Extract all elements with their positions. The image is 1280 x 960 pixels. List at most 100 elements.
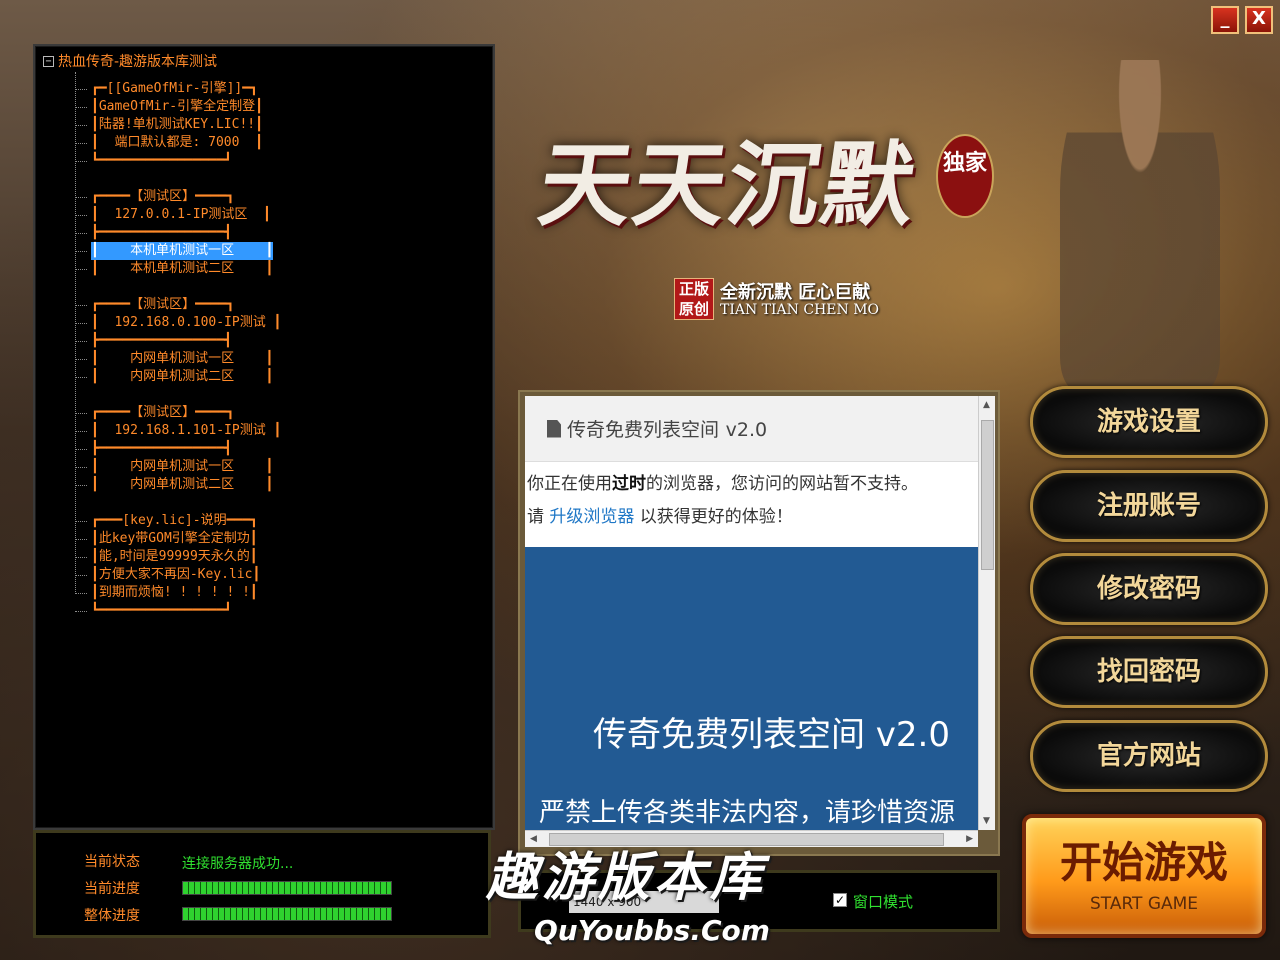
- server-tree-item[interactable]: ┃能,时间是99999天永久的┃: [75, 548, 495, 566]
- tree-connector: [75, 430, 87, 432]
- server-tree-item-label: ┣━━━━━━━━━━━━━━━━┫: [91, 441, 232, 456]
- server-tree-item[interactable]: ┃ 内网单机测试二区 ┃: [75, 368, 495, 386]
- server-tree-item[interactable]: ┃此key带GOM引擎全定制功┃: [75, 530, 495, 548]
- collapse-icon[interactable]: −: [43, 55, 54, 67]
- recover-password-button[interactable]: 找回密码: [1030, 636, 1268, 708]
- server-tree-item-label: ┃ 本机单机测试二区 ┃: [91, 261, 274, 276]
- scroll-right-icon[interactable]: ▶: [966, 834, 973, 844]
- server-tree-item[interactable]: ┃陆器!单机测试KEY.LIC!!┃: [75, 116, 495, 134]
- server-tree-item[interactable]: ┏━━━━【测试区】━━━━┓: [75, 404, 495, 422]
- server-tree-item[interactable]: ┏━━━━【测试区】━━━━┓: [75, 188, 495, 206]
- scroll-up-icon[interactable]: ▲: [983, 400, 990, 410]
- tree-connector: [75, 358, 87, 360]
- document-icon: [547, 419, 561, 438]
- server-tree-item-label: ┃ 内网单机测试二区 ┃: [91, 369, 274, 384]
- server-tree-item[interactable]: ┃方便大家不再因-Key.lic┃: [75, 566, 495, 584]
- server-tree-item[interactable]: ┣━━━━━━━━━━━━━━━━┫: [75, 440, 495, 458]
- hero-title: 传奇免费列表空间 v2.0: [593, 715, 950, 755]
- browser-page-header: 传奇免费列表空间 v2.0: [525, 396, 978, 462]
- server-tree-item[interactable]: ┃ 内网单机测试一区 ┃: [75, 350, 495, 368]
- vertical-scrollbar[interactable]: ▲ ▼: [978, 396, 995, 830]
- server-tree-item-label: ┏━━━━【测试区】━━━━┓: [91, 189, 235, 204]
- server-tree-item[interactable]: ┏━━━━【测试区】━━━━┓: [75, 296, 495, 314]
- tree-root[interactable]: − 热血传奇-趣游版本库测试: [43, 52, 217, 70]
- server-tree-item-label: ┏━━━━【测试区】━━━━┓: [91, 405, 235, 420]
- window-mode-label[interactable]: 窗口模式: [853, 891, 913, 912]
- close-button[interactable]: X: [1245, 6, 1273, 34]
- tree-connector: [75, 592, 87, 594]
- tree-connector: [75, 610, 87, 612]
- server-tree-item[interactable]: ┏━━━[key.lic]-说明━━━┓: [75, 512, 495, 530]
- tree-connector: [75, 466, 87, 468]
- current-progress-fill: [183, 882, 391, 894]
- server-tree-item[interactable]: ┗━━━━━━━━━━━━━━━━┛: [75, 152, 495, 170]
- server-tree-item[interactable]: ┏━[[GameOfMir-引擎]]━┓: [75, 80, 495, 98]
- server-list-panel: − 热血传奇-趣游版本库测试 ┏━[[GameOfMir-引擎]]━┓ ┃Game…: [33, 44, 495, 830]
- browser-page-title: 传奇免费列表空间 v2.0: [567, 419, 768, 441]
- tree-connector: [75, 538, 87, 540]
- logo-slogan: 全新沉默 匠心巨献: [720, 282, 871, 303]
- tree-connector: [75, 88, 87, 90]
- server-tree-item-label: ┃GameOfMir-引擎全定制登┃: [91, 99, 263, 114]
- vertical-scroll-thumb[interactable]: [981, 420, 994, 570]
- tree-connector: [75, 340, 87, 342]
- tree-connector: [75, 124, 87, 126]
- server-tree-item-label: ┃ 内网单机测试一区 ┃: [91, 459, 274, 474]
- tree-connector: [75, 376, 87, 378]
- server-tree-item[interactable]: ┃ 端口默认都是: 7000 ┃: [75, 134, 495, 152]
- register-account-button[interactable]: 注册账号: [1030, 470, 1268, 542]
- official-site-button[interactable]: 官方网站: [1030, 720, 1268, 792]
- server-tree-item-label: ┗━━━━━━━━━━━━━━━━┛: [91, 603, 232, 618]
- server-tree-item[interactable]: ┃ 内网单机测试一区 ┃: [75, 458, 495, 476]
- progress-label: 当前进度: [84, 881, 140, 897]
- start-game-button[interactable]: 开始游戏 START GAME: [1022, 814, 1266, 938]
- status-value: 连接服务器成功...: [182, 856, 294, 872]
- minimize-button[interactable]: _: [1211, 6, 1239, 34]
- server-tree-item-label: ┃到期而烦恼! ! ! ! ! !┃: [91, 585, 258, 600]
- server-tree-item[interactable]: ┃ 192.168.1.101-IP测试 ┃: [75, 422, 495, 440]
- tree-connector: [75, 268, 87, 270]
- tree-connector: [75, 160, 87, 162]
- server-tree-item-label: ┃ 127.0.0.1-IP测试区 ┃: [91, 207, 271, 222]
- server-tree-item-label: ┗━━━━━━━━━━━━━━━━┛: [91, 153, 232, 168]
- total-progress-fill: [183, 908, 391, 920]
- server-tree-item[interactable]: ┣━━━━━━━━━━━━━━━━┫: [75, 224, 495, 242]
- server-tree-item[interactable]: ┃ 127.0.0.1-IP测试区 ┃: [75, 206, 495, 224]
- scroll-down-icon[interactable]: ▼: [983, 816, 990, 826]
- game-settings-button[interactable]: 游戏设置: [1030, 386, 1268, 458]
- upgrade-browser-link[interactable]: 升级浏览器: [549, 507, 634, 527]
- server-tree-item[interactable]: ┃GameOfMir-引擎全定制登┃: [75, 98, 495, 116]
- watermark-url: QuYoubbs.Com: [534, 914, 770, 947]
- server-tree-item-label: ┃ 端口默认都是: 7000 ┃: [91, 135, 263, 150]
- tree-connector: [75, 142, 87, 144]
- server-tree-item-label: ┃能,时间是99999天永久的┃: [91, 549, 258, 564]
- total-progress-label: 整体进度: [84, 908, 140, 924]
- total-progress-bar: [182, 907, 392, 921]
- server-tree-item-label: ┃方便大家不再因-Key.lic┃: [91, 567, 261, 582]
- server-tree-item[interactable]: ┗━━━━━━━━━━━━━━━━┛: [75, 602, 495, 620]
- tree-connector: [75, 448, 87, 450]
- server-tree-item-label: ┃陆器!单机测试KEY.LIC!!┃: [91, 117, 263, 132]
- server-tree-item-label: ┣━━━━━━━━━━━━━━━━┫: [91, 333, 232, 348]
- server-tree-item-label: ┃ 192.168.0.100-IP测试 ┃: [91, 315, 282, 330]
- news-browser[interactable]: 传奇免费列表空间 v2.0 你正在使用过时的浏览器，您访问的网站暂不支持。 请 …: [525, 396, 978, 830]
- horizontal-scroll-thumb[interactable]: [549, 833, 944, 846]
- hero-subtitle: 严禁上传各类非法内容，请珍惜资源: [539, 798, 956, 828]
- scroll-left-icon[interactable]: ◀: [530, 834, 537, 844]
- outdated-browser-warning: 你正在使用过时的浏览器，您访问的网站暂不支持。 请 升级浏览器 以获得更好的体验…: [527, 474, 918, 527]
- server-tree-item[interactable]: ┃到期而烦恼! ! ! ! ! !┃: [75, 584, 495, 602]
- horizontal-scrollbar[interactable]: ◀ ▶: [525, 830, 978, 847]
- watermark-text: 趣游版本库: [486, 847, 767, 908]
- tree-root-label: 热血传奇-趣游版本库测试: [58, 54, 218, 70]
- exclusive-badge: 独家: [936, 134, 994, 218]
- server-tree-item[interactable]: ┃ 本机单机测试二区 ┃: [75, 260, 495, 278]
- server-tree-item[interactable]: ┃ 192.168.0.100-IP测试 ┃: [75, 314, 495, 332]
- server-tree-item[interactable]: ┣━━━━━━━━━━━━━━━━┫: [75, 332, 495, 350]
- change-password-button[interactable]: 修改密码: [1030, 553, 1268, 625]
- server-tree-item[interactable]: ┃ 内网单机测试二区 ┃: [75, 476, 495, 494]
- server-tree-item[interactable]: ┃ 本机单机测试一区 ┃: [75, 242, 495, 260]
- tree-connector: [75, 574, 87, 576]
- server-tree-item-label: ┏━[[GameOfMir-引擎]]━┓: [91, 81, 258, 96]
- window-mode-checkbox[interactable]: ✓: [833, 893, 847, 907]
- tree-connector: [75, 214, 87, 216]
